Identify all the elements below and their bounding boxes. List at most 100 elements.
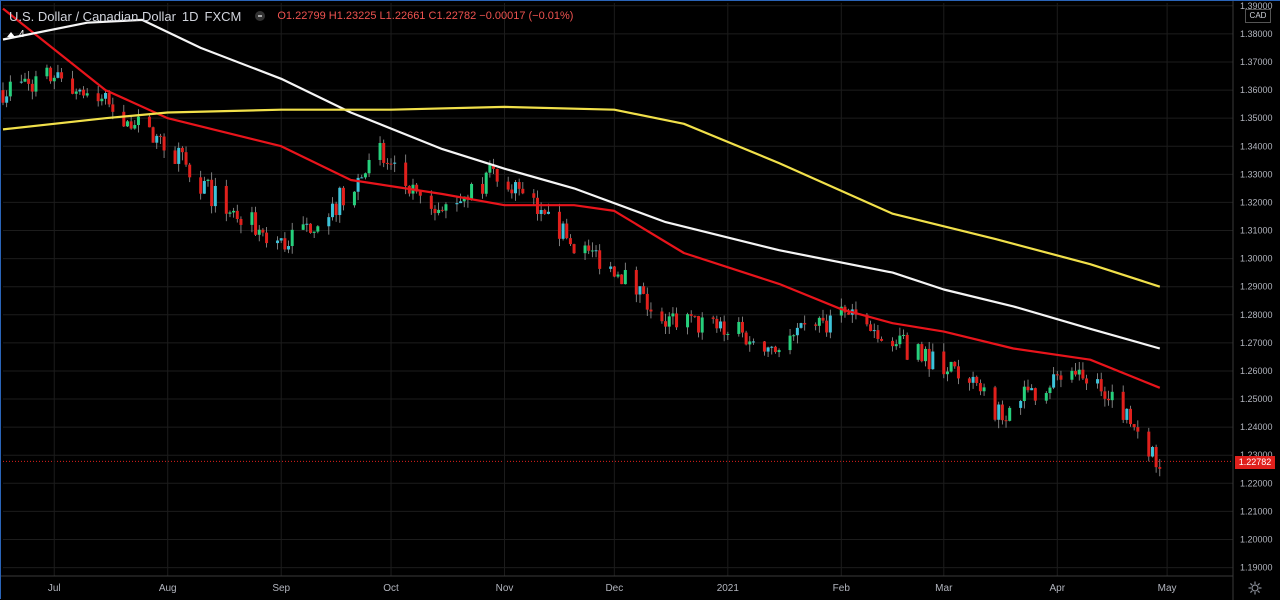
candle-body (737, 321, 741, 334)
candle-body (125, 121, 129, 127)
candle-body (52, 77, 56, 82)
time-tick-label: 2021 (717, 583, 740, 594)
candle-body (1048, 387, 1052, 394)
candle-body (953, 361, 957, 367)
candle-body (722, 321, 726, 335)
candle-body (23, 78, 27, 82)
candle-body (543, 210, 547, 214)
time-tick-label: May (1158, 583, 1177, 594)
candle-body (312, 231, 316, 233)
candle-body (825, 320, 829, 333)
candle-body (100, 98, 104, 102)
candle-body (177, 147, 181, 164)
candle-body (572, 244, 576, 254)
candle-body (920, 344, 924, 362)
price-tick-label: 1.38000 (1240, 29, 1273, 39)
symbol-title[interactable]: U.S. Dollar / Canadian Dollar (9, 9, 176, 24)
candle-body (265, 232, 269, 244)
candle-body (770, 346, 774, 348)
candle-body (634, 269, 638, 295)
candle-body (711, 317, 715, 319)
candle-body (8, 81, 12, 97)
price-tick-label: 1.21000 (1240, 506, 1273, 516)
candle-body (261, 229, 265, 233)
candle-body (316, 226, 320, 232)
low-value: L1.22661 (379, 10, 426, 22)
candle-body (378, 142, 382, 160)
candle-body (828, 315, 832, 333)
candle-body (814, 324, 818, 326)
candle-body (30, 83, 34, 92)
price-chart[interactable]: 1.390001.380001.370001.360001.350001.340… (1, 1, 1280, 600)
candle-body (1129, 408, 1132, 425)
candle-body (199, 177, 203, 194)
candle-body (433, 208, 437, 214)
candle-body (956, 366, 960, 379)
candle-body (880, 338, 884, 341)
candle-body (1107, 398, 1111, 401)
candle-body (568, 238, 572, 245)
source-label: FXCM (204, 8, 242, 24)
chart-window[interactable]: U.S. Dollar / Canadian Dollar 1D FXCM O1… (0, 0, 1280, 600)
candle-body (1110, 391, 1114, 401)
candle-body (283, 238, 287, 250)
candle-body (224, 185, 228, 214)
candle-body (71, 78, 75, 94)
candle-body (931, 351, 935, 370)
candle-body (645, 293, 649, 310)
candle-body (1125, 408, 1129, 420)
change-value: −0.00017 (−0.01%) (479, 10, 574, 22)
interval-label[interactable]: 1D (182, 9, 199, 24)
candle-body (232, 210, 236, 213)
candle-body (557, 211, 561, 239)
price-tick-label: 1.37000 (1240, 57, 1273, 67)
candle-body (254, 212, 258, 235)
currency-label[interactable]: CAD (1245, 9, 1271, 23)
candle-body (309, 223, 312, 233)
candle-body (301, 224, 305, 230)
candle-body (751, 341, 755, 343)
candle-body (1026, 386, 1030, 391)
candle-body (967, 378, 971, 383)
time-tick-label: Nov (496, 583, 514, 594)
time-tick-label: Apr (1050, 583, 1066, 594)
indicators-toggle[interactable]: 4 (7, 29, 25, 40)
settings-gear-icon[interactable] (1248, 581, 1262, 595)
candle-body (239, 218, 243, 225)
candle-body (184, 152, 188, 165)
candle-body (565, 223, 569, 239)
candle-body (484, 172, 488, 194)
candle-body (649, 309, 653, 312)
candle-body (158, 135, 162, 137)
candle-body (228, 212, 232, 214)
candle-body (1008, 407, 1012, 421)
candle-body (459, 201, 463, 204)
candle-body (155, 135, 159, 143)
candle-body (470, 183, 474, 200)
candle-body (594, 250, 598, 252)
candle-body (1154, 447, 1158, 468)
close-value: C1.22782 (428, 10, 477, 22)
candle-body (360, 177, 364, 179)
candle-body (744, 332, 748, 345)
time-tick-label: Aug (159, 583, 177, 594)
candle-body (440, 209, 444, 211)
candle-body (997, 404, 1001, 420)
candle-body (85, 93, 89, 96)
eye-toggle-icon[interactable] (255, 11, 266, 21)
candle-body (521, 188, 525, 194)
high-value: H1.23225 (328, 10, 377, 22)
candle-body (894, 344, 898, 347)
candle-body (1158, 467, 1162, 469)
candle-body (598, 250, 602, 269)
candle-body (869, 324, 873, 331)
candle-body (748, 341, 752, 345)
candle-body (561, 223, 565, 239)
candle-body (766, 347, 770, 352)
candle-body (104, 93, 107, 99)
candle-body (305, 223, 309, 225)
candle-body (891, 340, 895, 347)
candle-body (287, 246, 291, 250)
candle-body (180, 147, 184, 153)
candle-body (367, 159, 371, 174)
